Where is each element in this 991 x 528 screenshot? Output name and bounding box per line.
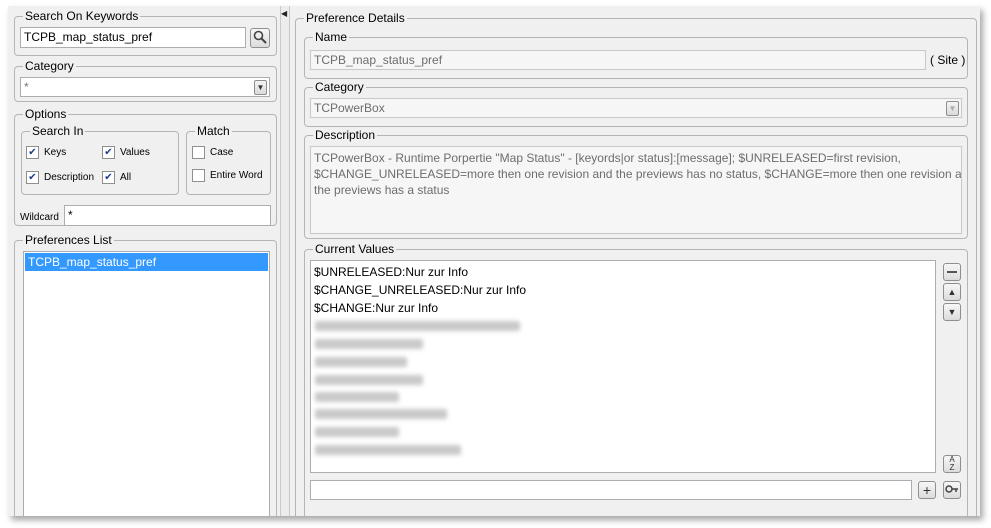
case-label: Case (210, 147, 234, 158)
category-filter-legend: Category (23, 59, 76, 73)
description-legend: Description (313, 128, 378, 142)
keys-checkbox[interactable]: ✔ Keys (26, 146, 66, 159)
check-icon: ✔ (102, 146, 115, 159)
all-label: All (120, 172, 132, 183)
plus-icon: + (922, 482, 932, 498)
arrow-up-icon: ▲ (947, 286, 957, 297)
new-value-input[interactable] (310, 480, 912, 500)
match-group: Match Case Entire Word (186, 124, 271, 195)
panel-splitter[interactable] (280, 6, 290, 516)
details-category-combobox: TCPowerBox ▼ (310, 98, 962, 118)
current-values-legend: Current Values (313, 242, 397, 256)
add-value-button[interactable]: + (918, 481, 936, 499)
redacted-value (315, 427, 399, 437)
chevron-down-icon[interactable]: ▼ (254, 80, 267, 95)
all-checkbox[interactable]: ✔ All (102, 171, 131, 184)
move-down-button[interactable]: ▼ (943, 303, 961, 321)
details-category-group: Category TCPowerBox ▼ (304, 80, 968, 127)
keys-label: Keys (44, 147, 67, 158)
list-item[interactable]: $UNRELEASED:Nur zur Info (314, 263, 468, 281)
entire-word-checkbox[interactable]: Entire Word (192, 169, 263, 182)
checkbox-box (192, 169, 205, 182)
details-category-value: TCPowerBox (314, 101, 385, 115)
options-group: Options Search In ✔ Keys ✔ Values ✔ Desc… (14, 107, 277, 226)
name-legend: Name (313, 30, 350, 44)
checkbox-box (192, 146, 205, 159)
entire-word-label: Entire Word (210, 170, 263, 181)
current-values-list[interactable]: $UNRELEASED:Nur zur Info $CHANGE_UNRELEA… (310, 260, 936, 473)
redacted-value (315, 392, 399, 402)
list-item[interactable]: TCPB_map_status_pref (25, 253, 268, 271)
search-button[interactable] (250, 28, 270, 48)
current-values-group: Current Values $UNRELEASED:Nur zur Info … (304, 242, 968, 516)
search-group: Search On Keywords TCPB_map_status_pref (14, 9, 277, 56)
preference-details-legend: Preference Details (304, 11, 407, 25)
redacted-value (315, 409, 447, 419)
preferences-window: Search On Keywords TCPB_map_status_pref … (8, 6, 980, 516)
preference-details-group: Preference Details Name TCPB_map_status_… (295, 11, 977, 516)
arrow-down-icon: ▼ (947, 306, 957, 317)
sort-values-button[interactable]: AZ (943, 455, 961, 473)
scope-label: ( Site ) (930, 53, 966, 67)
category-filter-group: Category * ▼ (14, 59, 277, 102)
key-value-button[interactable] (943, 481, 961, 499)
list-item[interactable]: $CHANGE_UNRELEASED:Nur zur Info (314, 281, 526, 299)
values-checkbox[interactable]: ✔ Values (102, 146, 150, 159)
description-textarea: TCPowerBox - Runtime Porpertie "Map Stat… (310, 146, 962, 234)
description-line: the previews has a status (314, 183, 450, 197)
match-legend: Match (195, 124, 232, 138)
description-checkbox[interactable]: ✔ Description (26, 171, 94, 184)
preferences-list-group: Preferences List TCPB_map_status_pref (14, 233, 277, 516)
minus-icon (947, 271, 957, 273)
sort-az-icon: AZ (949, 455, 955, 472)
category-filter-value: * (24, 80, 29, 94)
redacted-value (315, 339, 423, 349)
description-label: Description (44, 172, 95, 183)
check-icon: ✔ (102, 171, 115, 184)
search-icon (253, 30, 267, 46)
preferences-list[interactable]: TCPB_map_status_pref (23, 251, 270, 516)
description-line: $CHANGE_UNRELEASED=more then one revisio… (314, 167, 962, 181)
case-checkbox[interactable]: Case (192, 146, 233, 159)
move-up-button[interactable]: ▲ (943, 283, 961, 301)
wildcard-input[interactable]: * (64, 205, 271, 226)
redacted-value (315, 445, 461, 455)
check-icon: ✔ (26, 171, 39, 184)
remove-value-button[interactable] (943, 263, 961, 281)
collapse-arrow-icon[interactable]: ◀ (281, 9, 287, 18)
redacted-value (315, 321, 520, 331)
name-field: TCPB_map_status_pref (310, 50, 926, 70)
search-in-legend: Search In (30, 124, 86, 138)
key-icon (945, 484, 959, 496)
name-group: Name TCPB_map_status_pref ( Site ) (304, 30, 968, 79)
wildcard-label: Wildcard (20, 212, 59, 223)
description-line: TCPowerBox - Runtime Porpertie "Map Stat… (314, 151, 901, 165)
redacted-value (315, 375, 423, 385)
search-input[interactable]: TCPB_map_status_pref (20, 27, 246, 48)
redacted-value (315, 357, 407, 367)
values-label: Values (120, 147, 150, 158)
chevron-down-icon: ▼ (946, 101, 959, 116)
description-group: Description TCPowerBox - Runtime Porpert… (304, 128, 968, 239)
category-filter-combobox[interactable]: * ▼ (20, 77, 270, 97)
check-icon: ✔ (26, 146, 39, 159)
search-in-group: Search In ✔ Keys ✔ Values ✔ Description … (21, 124, 179, 195)
list-item[interactable]: $CHANGE:Nur zur Info (314, 299, 438, 317)
search-legend: Search On Keywords (23, 9, 141, 23)
details-category-legend: Category (313, 80, 366, 94)
preferences-list-legend: Preferences List (23, 233, 114, 247)
options-legend: Options (23, 107, 69, 121)
